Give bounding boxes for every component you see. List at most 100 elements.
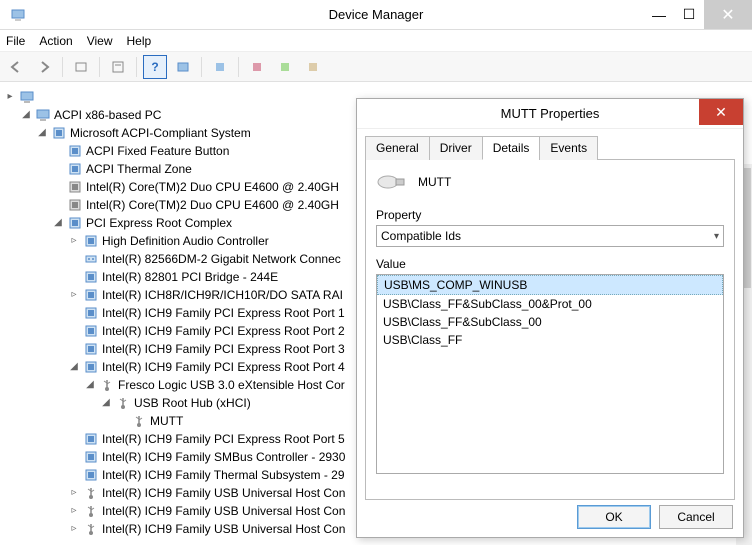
usb-icon (83, 503, 99, 519)
forward-button[interactable] (32, 55, 56, 79)
tree-node-label: Fresco Logic USB 3.0 eXtensible Host Cor (118, 376, 345, 394)
tree-twisty[interactable]: ▹ (68, 520, 80, 538)
cancel-button[interactable]: Cancel (659, 505, 733, 529)
property-combo[interactable]: Compatible Ids ▾ (376, 225, 724, 247)
value-label: Value (376, 257, 724, 271)
tree-twisty: · (68, 250, 80, 268)
chip-icon (67, 161, 83, 177)
menu-view[interactable]: View (87, 34, 113, 48)
tree-twisty[interactable]: ◢ (20, 106, 32, 124)
tree-node-label: Intel(R) ICH9 Family PCI Express Root Po… (102, 358, 345, 376)
tree-node-label: USB Root Hub (xHCI) (134, 394, 251, 412)
chip-icon (83, 269, 99, 285)
uninstall-button[interactable] (245, 55, 269, 79)
tree-twisty[interactable]: ▹ (68, 232, 80, 250)
dialog-titlebar[interactable]: MUTT Properties ✕ (357, 99, 743, 129)
tree-node-label: Intel(R) 82801 PCI Bridge - 244E (102, 268, 278, 286)
tree-node-label: High Definition Audio Controller (102, 232, 269, 250)
chip-icon (83, 323, 99, 339)
tree-node-label: Intel(R) ICH9 Family SMBus Controller - … (102, 448, 345, 466)
chip-icon (83, 305, 99, 321)
chip-icon (83, 449, 99, 465)
pc-icon (35, 107, 51, 123)
update-driver-button[interactable] (208, 55, 232, 79)
tree-node-label: Intel(R) ICH9 Family USB Universal Host … (102, 520, 345, 538)
property-selected: Compatible Ids (381, 229, 461, 243)
tree-node-label: MUTT (150, 412, 183, 430)
usb-icon (131, 413, 147, 429)
property-label: Property (376, 208, 724, 222)
tree-node-label: ACPI x86-based PC (54, 106, 161, 124)
tree-twisty: · (52, 160, 64, 178)
tree-twisty: · (68, 430, 80, 448)
properties-dialog: MUTT Properties ✕ General Driver Details… (356, 98, 744, 538)
properties-button[interactable] (106, 55, 130, 79)
tree-node-label: Intel(R) ICH8R/ICH9R/ICH10R/DO SATA RAI (102, 286, 343, 304)
chip-icon (83, 431, 99, 447)
value-list-item[interactable]: USB\MS_COMP_WINUSB (377, 275, 723, 295)
tab-events[interactable]: Events (539, 136, 598, 160)
tree-twisty: · (68, 466, 80, 484)
scan-button[interactable] (171, 55, 195, 79)
minimize-button[interactable]: — (644, 0, 674, 29)
menu-bar: File Action View Help (0, 30, 752, 52)
enable-button[interactable] (301, 55, 325, 79)
chip-icon (83, 287, 99, 303)
tree-node-label: Intel(R) ICH9 Family PCI Express Root Po… (102, 304, 345, 322)
tree-twisty[interactable]: ◢ (100, 394, 112, 412)
value-list-item[interactable]: USB\Class_FF&SubClass_00 (377, 313, 723, 331)
tree-twisty[interactable]: ▸ (4, 88, 16, 106)
menu-help[interactable]: Help (127, 34, 152, 48)
show-hidden-button[interactable] (69, 55, 93, 79)
tree-twisty[interactable]: ◢ (52, 214, 64, 232)
tree-node-label: Intel(R) ICH9 Family Thermal Subsystem -… (102, 466, 345, 484)
tree-node-label: Intel(R) ICH9 Family USB Universal Host … (102, 484, 345, 502)
device-icon (376, 170, 408, 194)
dialog-close-button[interactable]: ✕ (699, 99, 743, 125)
device-name: MUTT (418, 175, 451, 189)
tree-node-label: PCI Express Root Complex (86, 214, 232, 232)
disable-button[interactable] (273, 55, 297, 79)
tree-node-label: Intel(R) ICH9 Family PCI Express Root Po… (102, 322, 345, 340)
net-icon (83, 251, 99, 267)
value-list-item[interactable]: USB\Class_FF&SubClass_00&Prot_00 (377, 295, 723, 313)
value-list-item[interactable]: USB\Class_FF (377, 331, 723, 349)
tree-twisty: · (68, 304, 80, 322)
tree-twisty: · (52, 142, 64, 160)
tree-twisty[interactable]: ◢ (84, 376, 96, 394)
chip-icon (83, 359, 99, 375)
tree-twisty[interactable]: ▹ (68, 502, 80, 520)
tree-twisty[interactable]: ▹ (68, 484, 80, 502)
help-button[interactable]: ? (143, 55, 167, 79)
tree-node-label: Intel(R) ICH9 Family USB Universal Host … (102, 502, 345, 520)
tree-twisty: · (68, 340, 80, 358)
value-list[interactable]: USB\MS_COMP_WINUSBUSB\Class_FF&SubClass_… (376, 274, 724, 474)
tab-general[interactable]: General (365, 136, 430, 160)
back-button[interactable] (4, 55, 28, 79)
tree-node-label: ACPI Thermal Zone (86, 160, 192, 178)
tree-node-label: Intel(R) ICH9 Family PCI Express Root Po… (102, 340, 345, 358)
window-title: Device Manager (329, 7, 424, 22)
tree-node-label: Intel(R) Core(TM)2 Duo CPU E4600 @ 2.40G… (86, 196, 339, 214)
app-icon (6, 3, 30, 27)
usb-icon (83, 485, 99, 501)
chip-icon (83, 341, 99, 357)
menu-action[interactable]: Action (39, 34, 72, 48)
menu-file[interactable]: File (6, 34, 25, 48)
tab-driver[interactable]: Driver (429, 136, 483, 160)
tree-twisty: · (52, 178, 64, 196)
tree-twisty: · (68, 268, 80, 286)
tree-twisty[interactable]: ◢ (36, 124, 48, 142)
tree-twisty[interactable]: ▹ (68, 286, 80, 304)
tree-node-label: ACPI Fixed Feature Button (86, 142, 229, 160)
cpu-icon (67, 179, 83, 195)
ok-button[interactable]: OK (577, 505, 651, 529)
usb-icon (115, 395, 131, 411)
maximize-button[interactable]: ☐ (674, 0, 704, 29)
chip-icon (83, 467, 99, 483)
chip-icon (51, 125, 67, 141)
tree-twisty[interactable]: ◢ (68, 358, 80, 376)
tab-details-panel: MUTT Property Compatible Ids ▾ Value USB… (365, 160, 735, 500)
tab-details[interactable]: Details (482, 136, 541, 160)
close-button[interactable]: ✕ (704, 0, 752, 29)
